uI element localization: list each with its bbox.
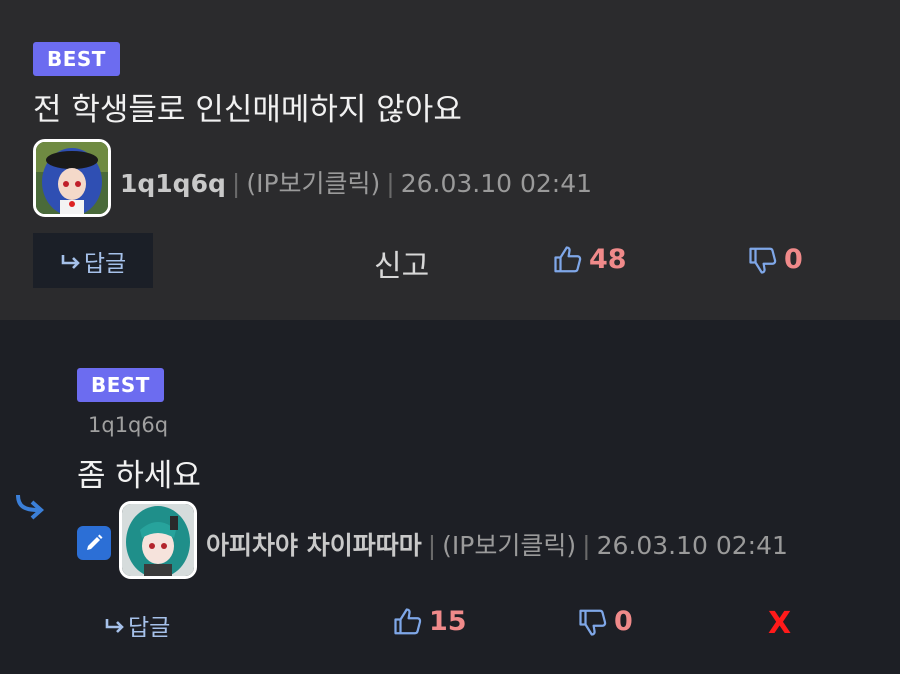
best-badge: BEST [77, 368, 164, 402]
report-button[interactable]: 신고 [374, 241, 429, 285]
best-comment: BEST 전 학생들로 인신매메하지 않아요 1q1q6q | (IP보기클릭) | 2… [0, 0, 900, 320]
comment-text: 전 학생들로 인신매메하지 않아요 [33, 92, 462, 128]
reply-indent-icon [14, 492, 46, 524]
like-count: 48 [589, 244, 627, 275]
best-badge: BEST [33, 42, 120, 76]
like-button[interactable]: 15 [393, 606, 467, 637]
timestamp: 26.03.10 02:41 [400, 169, 593, 198]
thumbs-up-icon [394, 607, 422, 634]
mention-nickname[interactable]: 1q1q6q [88, 413, 168, 437]
comment-meta: 1q1q6q | (IP보기클릭) | 26.03.10 02:41 [120, 164, 592, 200]
like-count: 15 [429, 606, 467, 637]
avatar[interactable] [119, 501, 197, 579]
thumbs-down-icon [749, 247, 777, 274]
reply-text: 좀 하세요 [77, 458, 201, 494]
delete-button[interactable]: X [768, 606, 791, 641]
dislike-button[interactable]: 0 [748, 244, 803, 275]
dislike-button[interactable]: 0 [578, 606, 633, 637]
dislike-count: 0 [784, 244, 803, 275]
like-button[interactable]: 48 [553, 244, 627, 275]
avatar-image [122, 504, 194, 576]
reply-arrow-icon [105, 619, 124, 633]
ip-link[interactable]: (IP보기클릭) [246, 169, 380, 198]
thumbs-up-icon [554, 245, 582, 272]
separator: | [231, 169, 241, 198]
dislike-count: 0 [614, 606, 633, 637]
reply-label: 답글 [83, 250, 127, 277]
reply-comment: BEST 1q1q6q 좀 하세요 아피차야 차이파따마 | (IP보기클릭) | 26… [0, 320, 900, 674]
ip-link[interactable]: (IP보기클릭) [442, 531, 576, 560]
avatar[interactable] [33, 139, 111, 217]
separator: | [427, 531, 437, 560]
reply-button[interactable]: 답글 [33, 233, 153, 288]
timestamp: 26.03.10 02:41 [596, 531, 788, 560]
thumbs-down-icon [579, 609, 607, 636]
reply-button[interactable]: 답글 [104, 608, 170, 642]
author-name[interactable]: 아피차야 차이파따마 [206, 531, 422, 560]
separator: | [582, 531, 591, 560]
reply-meta: 아피차야 차이파따마 | (IP보기클릭) | 26.03.10 02:41 [206, 526, 788, 562]
edit-icon[interactable] [77, 526, 111, 560]
reply-arrow-icon [61, 254, 80, 269]
separator: | [386, 169, 395, 198]
author-name[interactable]: 1q1q6q [120, 169, 226, 198]
avatar-image [36, 142, 108, 214]
reply-label: 답글 [128, 615, 171, 641]
